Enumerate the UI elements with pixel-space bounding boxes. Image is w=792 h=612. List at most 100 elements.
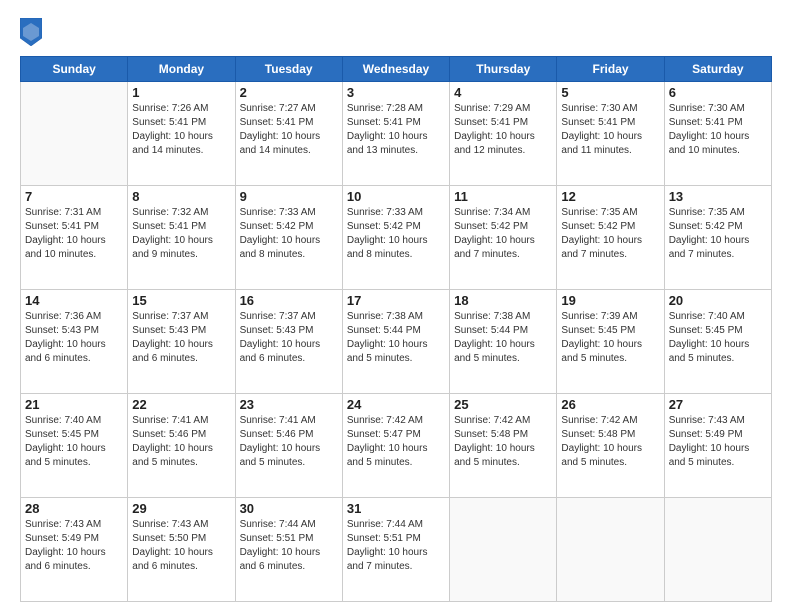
day-info: Sunrise: 7:38 AMSunset: 5:44 PMDaylight:… — [454, 310, 552, 366]
calendar-week-1: 1Sunrise: 7:26 AMSunset: 5:41 PMDaylight… — [21, 82, 772, 186]
day-info: Sunrise: 7:29 AMSunset: 5:41 PMDaylight:… — [454, 102, 552, 158]
day-info: Sunrise: 7:43 AMSunset: 5:50 PMDaylight:… — [132, 518, 230, 574]
calendar-cell: 16 Sunrise: 7:37 AMSunset: 5:43 PMDayligh… — [235, 290, 342, 394]
day-number: 4 — [454, 85, 552, 100]
calendar-cell: 27 Sunrise: 7:43 AMSunset: 5:49 PMDayligh… — [664, 394, 771, 498]
calendar-header: SundayMondayTuesdayWednesdayThursdayFrid… — [21, 57, 772, 82]
day-info: Sunrise: 7:31 AMSunset: 5:41 PMDaylight:… — [25, 206, 123, 262]
header — [20, 18, 772, 46]
calendar-cell: 5 Sunrise: 7:30 AMSunset: 5:41 PMDaylight… — [557, 82, 664, 186]
day-info: Sunrise: 7:37 AMSunset: 5:43 PMDaylight:… — [132, 310, 230, 366]
calendar-cell: 28 Sunrise: 7:43 AMSunset: 5:49 PMDayligh… — [21, 498, 128, 602]
calendar-cell: 2 Sunrise: 7:27 AMSunset: 5:41 PMDaylight… — [235, 82, 342, 186]
calendar-cell: 3 Sunrise: 7:28 AMSunset: 5:41 PMDaylight… — [342, 82, 449, 186]
day-number: 22 — [132, 397, 230, 412]
calendar-cell: 14 Sunrise: 7:36 AMSunset: 5:43 PMDayligh… — [21, 290, 128, 394]
day-info: Sunrise: 7:39 AMSunset: 5:45 PMDaylight:… — [561, 310, 659, 366]
day-info: Sunrise: 7:33 AMSunset: 5:42 PMDaylight:… — [347, 206, 445, 262]
day-number: 16 — [240, 293, 338, 308]
day-number: 15 — [132, 293, 230, 308]
day-number: 26 — [561, 397, 659, 412]
day-number: 8 — [132, 189, 230, 204]
day-info: Sunrise: 7:34 AMSunset: 5:42 PMDaylight:… — [454, 206, 552, 262]
weekday-header-friday: Friday — [557, 57, 664, 82]
day-info: Sunrise: 7:44 AMSunset: 5:51 PMDaylight:… — [347, 518, 445, 574]
day-number: 17 — [347, 293, 445, 308]
logo-icon — [20, 18, 42, 46]
calendar-cell: 25Sunrise: 7:42 AMSunset: 5:48 PMDayligh… — [450, 394, 557, 498]
day-number: 13 — [669, 189, 767, 204]
calendar-cell: 8 Sunrise: 7:32 AMSunset: 5:41 PMDaylight… — [128, 186, 235, 290]
day-number: 28 — [25, 501, 123, 516]
day-number: 12 — [561, 189, 659, 204]
calendar-body: 1Sunrise: 7:26 AMSunset: 5:41 PMDaylight… — [21, 82, 772, 602]
day-info: Sunrise: 7:30 AMSunset: 5:41 PMDaylight:… — [669, 102, 767, 158]
calendar-cell: 4 Sunrise: 7:29 AMSunset: 5:41 PMDaylight… — [450, 82, 557, 186]
calendar-cell: 11Sunrise: 7:34 AMSunset: 5:42 PMDayligh… — [450, 186, 557, 290]
day-number: 25 — [454, 397, 552, 412]
weekday-header-monday: Monday — [128, 57, 235, 82]
day-info: Sunrise: 7:30 AMSunset: 5:41 PMDaylight:… — [561, 102, 659, 158]
day-info: Sunrise: 7:43 AMSunset: 5:49 PMDaylight:… — [669, 414, 767, 470]
day-info: Sunrise: 7:43 AMSunset: 5:49 PMDaylight:… — [25, 518, 123, 574]
calendar-cell: 21 Sunrise: 7:40 AMSunset: 5:45 PMDayligh… — [21, 394, 128, 498]
calendar-cell: 15 Sunrise: 7:37 AMSunset: 5:43 PMDayligh… — [128, 290, 235, 394]
weekday-header-tuesday: Tuesday — [235, 57, 342, 82]
calendar-table: SundayMondayTuesdayWednesdayThursdayFrid… — [20, 56, 772, 602]
day-number: 19 — [561, 293, 659, 308]
logo — [20, 18, 46, 46]
calendar-cell: 1Sunrise: 7:26 AMSunset: 5:41 PMDaylight… — [128, 82, 235, 186]
calendar-cell: 18Sunrise: 7:38 AMSunset: 5:44 PMDayligh… — [450, 290, 557, 394]
day-info: Sunrise: 7:35 AMSunset: 5:42 PMDaylight:… — [561, 206, 659, 262]
calendar-cell: 9 Sunrise: 7:33 AMSunset: 5:42 PMDaylight… — [235, 186, 342, 290]
calendar-cell: 17Sunrise: 7:38 AMSunset: 5:44 PMDayligh… — [342, 290, 449, 394]
day-number: 6 — [669, 85, 767, 100]
calendar-cell: 20Sunrise: 7:40 AMSunset: 5:45 PMDayligh… — [664, 290, 771, 394]
calendar-week-4: 21 Sunrise: 7:40 AMSunset: 5:45 PMDayligh… — [21, 394, 772, 498]
calendar-week-5: 28 Sunrise: 7:43 AMSunset: 5:49 PMDayligh… — [21, 498, 772, 602]
day-info: Sunrise: 7:42 AMSunset: 5:48 PMDaylight:… — [561, 414, 659, 470]
day-number: 2 — [240, 85, 338, 100]
calendar-cell: 31 Sunrise: 7:44 AMSunset: 5:51 PMDayligh… — [342, 498, 449, 602]
day-info: Sunrise: 7:37 AMSunset: 5:43 PMDaylight:… — [240, 310, 338, 366]
day-number: 3 — [347, 85, 445, 100]
calendar-cell: 30Sunrise: 7:44 AMSunset: 5:51 PMDayligh… — [235, 498, 342, 602]
day-number: 14 — [25, 293, 123, 308]
day-info: Sunrise: 7:32 AMSunset: 5:41 PMDaylight:… — [132, 206, 230, 262]
calendar-cell: 29 Sunrise: 7:43 AMSunset: 5:50 PMDayligh… — [128, 498, 235, 602]
calendar-cell: 7 Sunrise: 7:31 AMSunset: 5:41 PMDaylight… — [21, 186, 128, 290]
day-number: 1 — [132, 85, 230, 100]
day-number: 23 — [240, 397, 338, 412]
calendar-cell: 13 Sunrise: 7:35 AMSunset: 5:42 PMDayligh… — [664, 186, 771, 290]
day-number: 10 — [347, 189, 445, 204]
day-number: 20 — [669, 293, 767, 308]
day-number: 5 — [561, 85, 659, 100]
calendar-cell — [450, 498, 557, 602]
calendar-cell: 26 Sunrise: 7:42 AMSunset: 5:48 PMDayligh… — [557, 394, 664, 498]
weekday-header-thursday: Thursday — [450, 57, 557, 82]
day-number: 27 — [669, 397, 767, 412]
day-number: 9 — [240, 189, 338, 204]
calendar-cell — [21, 82, 128, 186]
day-info: Sunrise: 7:27 AMSunset: 5:41 PMDaylight:… — [240, 102, 338, 158]
day-number: 29 — [132, 501, 230, 516]
day-number: 30 — [240, 501, 338, 516]
weekday-header-sunday: Sunday — [21, 57, 128, 82]
calendar-cell: 22 Sunrise: 7:41 AMSunset: 5:46 PMDayligh… — [128, 394, 235, 498]
day-info: Sunrise: 7:35 AMSunset: 5:42 PMDaylight:… — [669, 206, 767, 262]
calendar-cell: 6 Sunrise: 7:30 AMSunset: 5:41 PMDaylight… — [664, 82, 771, 186]
calendar-cell: 19 Sunrise: 7:39 AMSunset: 5:45 PMDayligh… — [557, 290, 664, 394]
calendar-week-3: 14 Sunrise: 7:36 AMSunset: 5:43 PMDayligh… — [21, 290, 772, 394]
day-number: 31 — [347, 501, 445, 516]
day-info: Sunrise: 7:36 AMSunset: 5:43 PMDaylight:… — [25, 310, 123, 366]
weekday-header-saturday: Saturday — [664, 57, 771, 82]
day-info: Sunrise: 7:41 AMSunset: 5:46 PMDaylight:… — [132, 414, 230, 470]
day-number: 21 — [25, 397, 123, 412]
weekday-row: SundayMondayTuesdayWednesdayThursdayFrid… — [21, 57, 772, 82]
day-info: Sunrise: 7:28 AMSunset: 5:41 PMDaylight:… — [347, 102, 445, 158]
calendar-cell: 10 Sunrise: 7:33 AMSunset: 5:42 PMDayligh… — [342, 186, 449, 290]
day-info: Sunrise: 7:33 AMSunset: 5:42 PMDaylight:… — [240, 206, 338, 262]
day-info: Sunrise: 7:40 AMSunset: 5:45 PMDaylight:… — [25, 414, 123, 470]
day-number: 7 — [25, 189, 123, 204]
calendar-cell: 23Sunrise: 7:41 AMSunset: 5:46 PMDayligh… — [235, 394, 342, 498]
